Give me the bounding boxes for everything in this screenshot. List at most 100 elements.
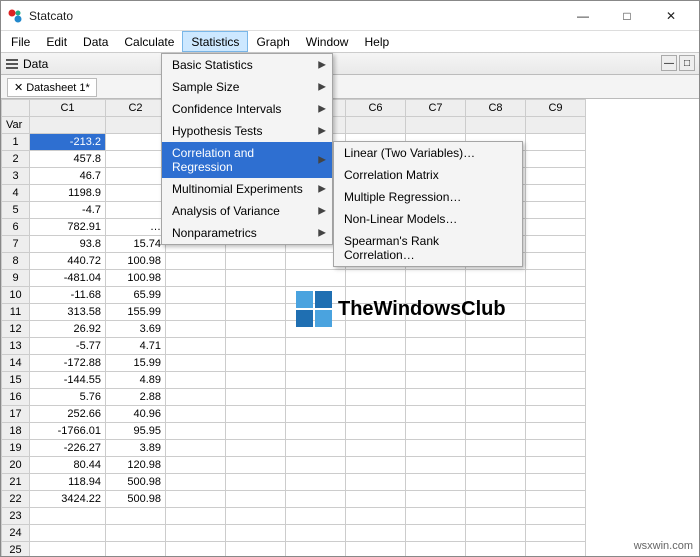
cell[interactable]: 3424.22 [30, 491, 106, 508]
close-button[interactable]: ✕ [649, 1, 693, 31]
cell[interactable] [466, 508, 526, 525]
cell[interactable] [526, 219, 586, 236]
menu-item[interactable]: Nonparametrics▶ [162, 222, 332, 244]
cell[interactable] [526, 304, 586, 321]
grid-corner[interactable] [2, 100, 30, 117]
row-header[interactable]: 12 [2, 321, 30, 338]
row-header[interactable]: 5 [2, 202, 30, 219]
row-header[interactable]: 2 [2, 151, 30, 168]
menu-statistics[interactable]: Statistics [182, 31, 248, 52]
cell[interactable] [526, 508, 586, 525]
menu-item[interactable]: Confidence Intervals▶ [162, 98, 332, 120]
cell[interactable]: -172.88 [30, 355, 106, 372]
cell[interactable] [226, 338, 286, 355]
row-header[interactable]: 6 [2, 219, 30, 236]
cell[interactable]: 100.98 [106, 253, 166, 270]
cell[interactable] [286, 525, 346, 542]
panel-restore-icon[interactable]: □ [679, 55, 695, 71]
column-header[interactable]: C7 [406, 100, 466, 117]
cell[interactable] [526, 287, 586, 304]
submenu-item[interactable]: Spearman's Rank Correlation… [334, 230, 522, 266]
cell[interactable] [466, 321, 526, 338]
column-header[interactable]: C6 [346, 100, 406, 117]
column-header[interactable]: C2 [106, 100, 166, 117]
cell[interactable] [30, 542, 106, 557]
cell[interactable]: 782.91 [30, 219, 106, 236]
cell[interactable] [526, 457, 586, 474]
cell[interactable] [286, 389, 346, 406]
cell[interactable] [466, 372, 526, 389]
cell[interactable]: 93.8 [30, 236, 106, 253]
cell[interactable] [346, 406, 406, 423]
cell[interactable] [406, 287, 466, 304]
minimize-button[interactable]: — [561, 1, 605, 31]
cell[interactable] [406, 270, 466, 287]
cell[interactable] [166, 389, 226, 406]
cell[interactable]: 120.98 [106, 457, 166, 474]
maximize-button[interactable]: □ [605, 1, 649, 31]
cell[interactable] [406, 372, 466, 389]
cell[interactable] [286, 508, 346, 525]
cell[interactable] [166, 355, 226, 372]
cell[interactable] [226, 355, 286, 372]
submenu-item[interactable]: Multiple Regression… [334, 186, 522, 208]
cell[interactable] [166, 474, 226, 491]
cell[interactable] [406, 406, 466, 423]
cell[interactable] [226, 389, 286, 406]
cell[interactable] [466, 304, 526, 321]
row-header[interactable]: 23 [2, 508, 30, 525]
column-header[interactable]: C8 [466, 100, 526, 117]
menu-item[interactable]: Basic Statistics▶ [162, 54, 332, 76]
cell[interactable] [286, 287, 346, 304]
cell[interactable] [406, 457, 466, 474]
cell[interactable]: 440.72 [30, 253, 106, 270]
cell[interactable] [346, 457, 406, 474]
cell[interactable] [526, 355, 586, 372]
cell[interactable] [406, 321, 466, 338]
cell[interactable] [286, 457, 346, 474]
row-header[interactable]: 8 [2, 253, 30, 270]
cell[interactable]: 118.94 [30, 474, 106, 491]
cell[interactable]: -144.55 [30, 372, 106, 389]
cell[interactable] [526, 134, 586, 151]
cell[interactable] [466, 287, 526, 304]
cell[interactable] [286, 440, 346, 457]
cell[interactable] [106, 542, 166, 557]
cell[interactable] [346, 389, 406, 406]
cell[interactable] [166, 253, 226, 270]
cell[interactable] [466, 542, 526, 557]
row-header[interactable]: 19 [2, 440, 30, 457]
cell[interactable] [286, 338, 346, 355]
cell[interactable] [166, 525, 226, 542]
cell[interactable] [346, 491, 406, 508]
cell[interactable]: -213.2 [30, 134, 106, 151]
cell[interactable] [286, 372, 346, 389]
cell[interactable] [346, 270, 406, 287]
cell[interactable] [226, 321, 286, 338]
row-header[interactable]: 24 [2, 525, 30, 542]
cell[interactable]: 457.8 [30, 151, 106, 168]
cell[interactable] [346, 508, 406, 525]
cell[interactable] [466, 525, 526, 542]
cell[interactable]: -5.77 [30, 338, 106, 355]
row-header[interactable]: 18 [2, 423, 30, 440]
cell[interactable]: -4.7 [30, 202, 106, 219]
cell[interactable] [166, 321, 226, 338]
cell[interactable] [346, 338, 406, 355]
cell[interactable]: 40.96 [106, 406, 166, 423]
cell[interactable] [526, 185, 586, 202]
cell[interactable]: -481.04 [30, 270, 106, 287]
cell[interactable] [106, 151, 166, 168]
cell[interactable] [406, 338, 466, 355]
cell[interactable]: 313.58 [30, 304, 106, 321]
cell[interactable] [466, 423, 526, 440]
cell[interactable] [166, 270, 226, 287]
cell[interactable] [466, 491, 526, 508]
cell[interactable]: 3.69 [106, 321, 166, 338]
cell[interactable]: … [106, 219, 166, 236]
cell[interactable] [466, 406, 526, 423]
cell[interactable] [286, 491, 346, 508]
cell[interactable] [30, 508, 106, 525]
cell[interactable] [286, 304, 346, 321]
menu-item[interactable]: Hypothesis Tests▶ [162, 120, 332, 142]
